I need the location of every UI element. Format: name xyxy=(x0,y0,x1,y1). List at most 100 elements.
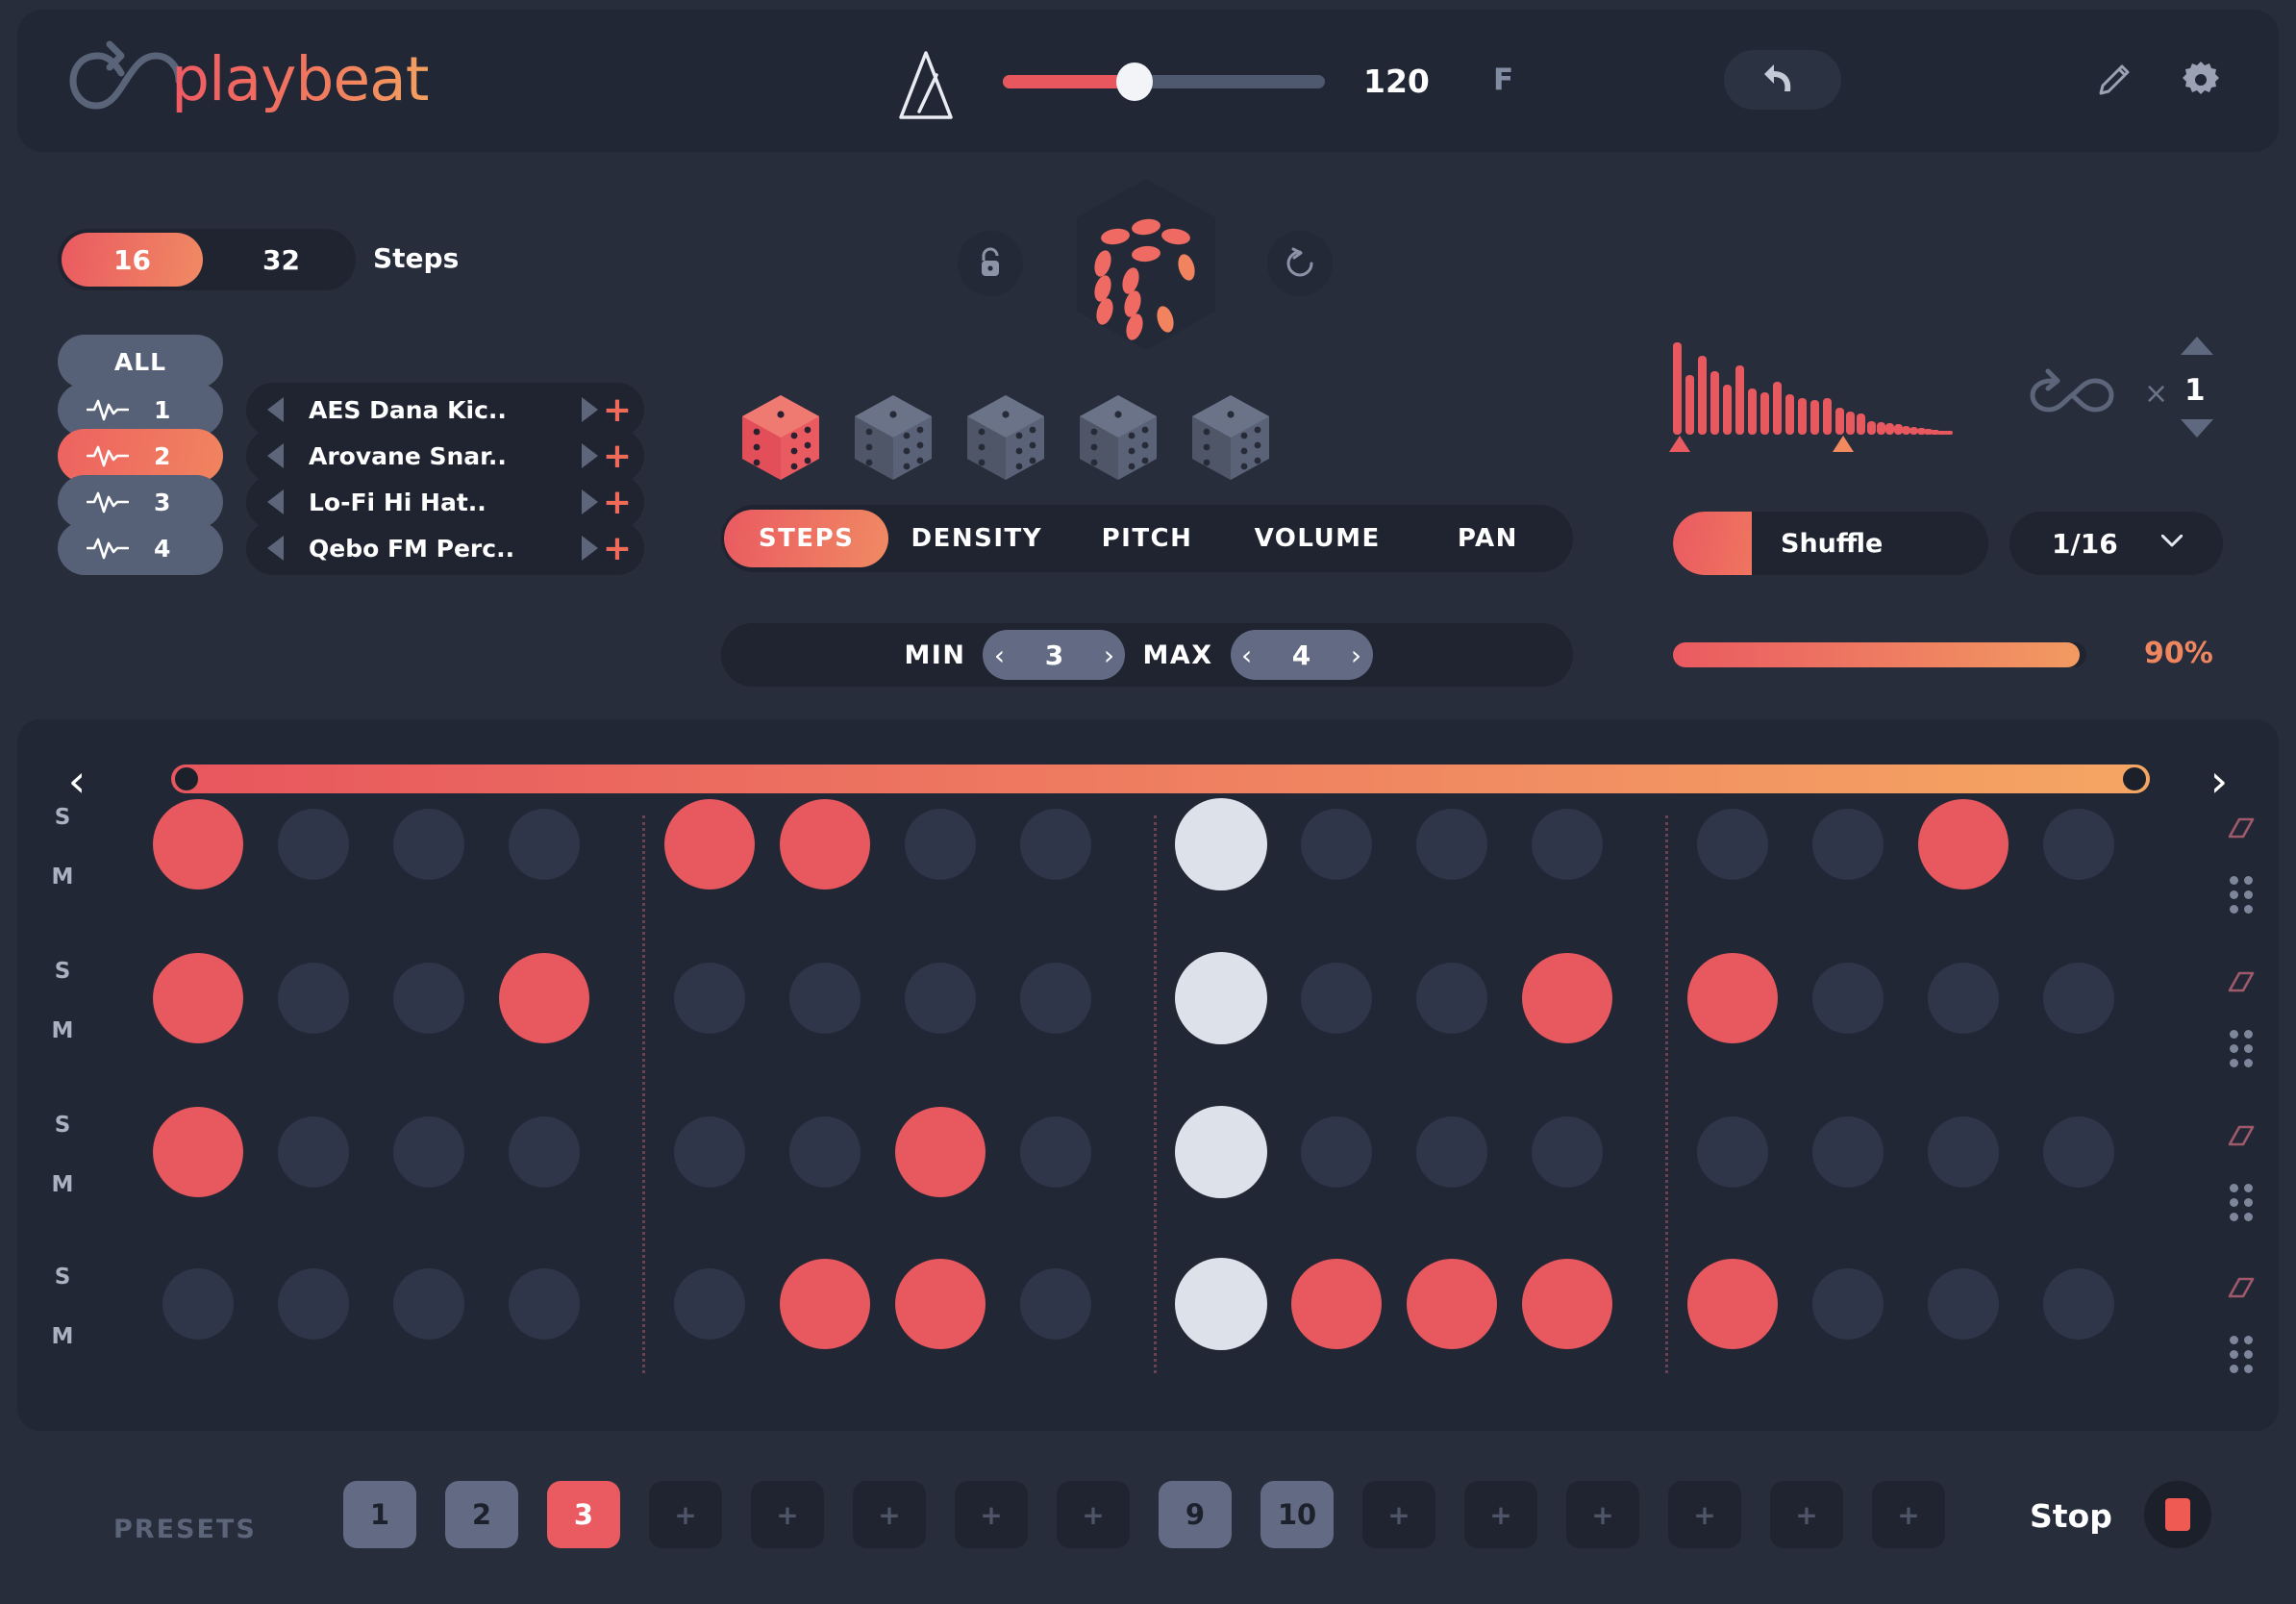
dice-pitch-button[interactable] xyxy=(956,389,1056,486)
step-pad[interactable] xyxy=(2043,1268,2114,1340)
step-pad[interactable] xyxy=(895,1259,986,1349)
step-pad[interactable] xyxy=(1175,798,1267,890)
step-pad[interactable] xyxy=(2043,1116,2114,1188)
step-pad[interactable] xyxy=(1918,799,2009,890)
preset-slot-8[interactable]: + xyxy=(1057,1481,1130,1548)
solo-button-2[interactable]: S xyxy=(38,952,87,990)
step-pad[interactable] xyxy=(1697,809,1768,880)
mute-button-4[interactable]: M xyxy=(38,1317,87,1356)
step-pad[interactable] xyxy=(278,1268,349,1340)
step-pad[interactable] xyxy=(1020,1268,1091,1340)
tempo-unit-label[interactable]: F xyxy=(1493,63,1513,97)
add-sample-icon[interactable]: + xyxy=(598,437,636,476)
preset-slot-2[interactable]: 2 xyxy=(445,1481,518,1548)
tab-steps[interactable]: STEPS xyxy=(724,510,889,567)
step-pad[interactable] xyxy=(1928,1116,1999,1188)
step-pad[interactable] xyxy=(1812,963,1884,1034)
min-decrement-icon[interactable]: ‹ xyxy=(983,639,1015,671)
preset-slot-6[interactable]: + xyxy=(853,1481,926,1548)
stop-button[interactable] xyxy=(2144,1481,2211,1548)
preset-slot-11[interactable]: + xyxy=(1362,1481,1435,1548)
shuffle-amount-slider[interactable] xyxy=(1673,642,2086,667)
preset-slot-9[interactable]: 9 xyxy=(1159,1481,1232,1548)
step-pad[interactable] xyxy=(1416,963,1487,1034)
step-pad[interactable] xyxy=(674,1268,745,1340)
step-pad[interactable] xyxy=(1416,1116,1487,1188)
lock-button[interactable] xyxy=(958,231,1023,296)
drag-handle-1[interactable] xyxy=(2217,873,2265,915)
multiplier-increment-icon[interactable] xyxy=(2181,337,2213,355)
step-pad[interactable] xyxy=(1812,1268,1884,1340)
preset-slot-16[interactable]: + xyxy=(1872,1481,1945,1548)
step-pad[interactable] xyxy=(1175,1258,1267,1350)
step-pad[interactable] xyxy=(1532,1116,1603,1188)
step-pad[interactable] xyxy=(1020,963,1091,1034)
tempo-slider[interactable] xyxy=(1003,63,1325,101)
step-pad[interactable] xyxy=(780,1259,870,1349)
loop-infinity-icon[interactable] xyxy=(2025,367,2119,423)
mute-button-1[interactable]: M xyxy=(38,858,87,896)
step-pad[interactable] xyxy=(393,1116,464,1188)
steps-count-toggle[interactable]: 16 32 xyxy=(58,229,356,290)
preset-slot-7[interactable]: + xyxy=(955,1481,1028,1548)
reset-button[interactable] xyxy=(1267,231,1333,296)
preset-slot-15[interactable]: + xyxy=(1770,1481,1843,1548)
step-pad[interactable] xyxy=(153,799,243,890)
step-pad[interactable] xyxy=(393,1268,464,1340)
step-pad[interactable] xyxy=(1020,809,1091,880)
step-pad[interactable] xyxy=(1812,809,1884,880)
step-pad[interactable] xyxy=(509,1116,580,1188)
step-pad[interactable] xyxy=(1522,953,1612,1043)
step-pad[interactable] xyxy=(1928,1268,1999,1340)
sequencer-next-page-button[interactable]: › xyxy=(2192,754,2246,808)
tab-pan[interactable]: PAN xyxy=(1406,510,1570,567)
step-pad[interactable] xyxy=(789,963,861,1034)
step-pad[interactable] xyxy=(1020,1116,1091,1188)
drag-handle-3[interactable] xyxy=(2217,1181,2265,1223)
steps-option-16[interactable]: 16 xyxy=(62,233,203,287)
prev-sample-icon[interactable] xyxy=(267,443,284,468)
step-pad[interactable] xyxy=(1522,1259,1612,1349)
solo-button-4[interactable]: S xyxy=(38,1258,87,1296)
shuffle-slider[interactable]: Shuffle xyxy=(1673,512,1988,575)
eraser-button-2[interactable] xyxy=(2217,962,2265,1004)
step-pad[interactable] xyxy=(162,1268,234,1340)
envelope-start-marker[interactable] xyxy=(1669,436,1690,452)
min-stepper[interactable]: ‹ 3 › xyxy=(983,630,1126,680)
step-pad[interactable] xyxy=(278,963,349,1034)
edit-button[interactable] xyxy=(2084,50,2144,110)
randomize-all-dice-button[interactable] xyxy=(1067,175,1225,354)
preset-slot-13[interactable]: + xyxy=(1566,1481,1639,1548)
step-pad[interactable] xyxy=(895,1107,986,1197)
add-sample-icon[interactable]: + xyxy=(598,390,636,430)
step-pad[interactable] xyxy=(1697,1116,1768,1188)
prev-sample-icon[interactable] xyxy=(267,536,284,561)
tab-pitch[interactable]: PITCH xyxy=(1064,510,1229,567)
tab-volume[interactable]: VOLUME xyxy=(1235,510,1400,567)
next-sample-icon[interactable] xyxy=(582,489,598,514)
next-sample-icon[interactable] xyxy=(582,397,598,422)
step-pad[interactable] xyxy=(1301,809,1372,880)
shuffle-rate-select[interactable]: 1/16 xyxy=(2009,512,2223,575)
steps-option-32[interactable]: 32 xyxy=(211,233,352,287)
step-pad[interactable] xyxy=(509,1268,580,1340)
max-decrement-icon[interactable]: ‹ xyxy=(1231,639,1263,671)
dice-steps-button[interactable] xyxy=(731,389,831,486)
add-sample-icon[interactable]: + xyxy=(598,529,636,568)
eraser-button-1[interactable] xyxy=(2217,808,2265,850)
step-pad[interactable] xyxy=(1175,1106,1267,1198)
step-pad[interactable] xyxy=(905,963,976,1034)
preset-slot-1[interactable]: 1 xyxy=(343,1481,416,1548)
step-pad[interactable] xyxy=(1416,809,1487,880)
step-pad[interactable] xyxy=(1291,1259,1382,1349)
dice-density-button[interactable] xyxy=(843,389,943,486)
step-pad[interactable] xyxy=(153,1107,243,1197)
step-pad[interactable] xyxy=(278,809,349,880)
track-select-4[interactable]: 4 xyxy=(58,521,223,575)
step-pad[interactable] xyxy=(674,963,745,1034)
preset-slot-10[interactable]: 10 xyxy=(1260,1481,1334,1548)
step-pad[interactable] xyxy=(674,1116,745,1188)
next-sample-icon[interactable] xyxy=(582,536,598,561)
step-pad[interactable] xyxy=(2043,963,2114,1034)
step-pad[interactable] xyxy=(393,963,464,1034)
